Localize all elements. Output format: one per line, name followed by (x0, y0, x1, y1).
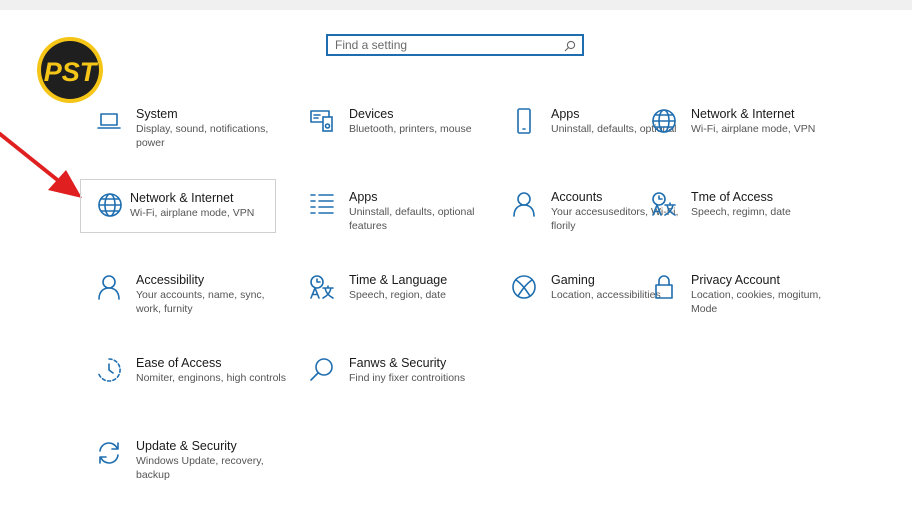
settings-tile-description: Your accounts, name, sync, work, furnity (136, 289, 265, 315)
search-icon[interactable] (564, 39, 576, 52)
settings-tile-title: Network & Internet (691, 107, 795, 121)
time-language-icon (309, 274, 335, 300)
settings-tile[interactable]: System Display, sound, notifications, pow… (90, 107, 280, 159)
lock-icon (651, 274, 677, 300)
settings-tile-title: Accounts (551, 190, 603, 204)
settings-tile-description: Find iny fixer controitions (349, 372, 466, 384)
channel-logo: PST (34, 34, 106, 106)
settings-tile-title: Apps (349, 190, 378, 204)
svg-text:PST: PST (44, 57, 99, 87)
settings-tile-title: Accessibility (136, 273, 205, 287)
settings-tile-description: Speech, regimn, date (691, 206, 791, 218)
settings-tile-title: Devices (349, 107, 394, 121)
settings-tile[interactable]: Network & Internet Wi-Fi, airplane mode, … (80, 179, 276, 233)
settings-tile-title: Privacy Account (691, 273, 780, 287)
xbox-icon (511, 274, 537, 300)
search-box[interactable] (326, 34, 584, 56)
laptop-icon (96, 108, 122, 134)
settings-tile-title: Gaming (551, 273, 595, 287)
settings-tile-title: Tme of Access (691, 190, 773, 204)
ease-of-access-icon (96, 357, 122, 383)
top-bar (0, 0, 912, 10)
person-icon (511, 191, 537, 217)
settings-tile[interactable]: Apps Uninstall, defaults, optional featur… (303, 190, 493, 242)
settings-tile[interactable]: Network & Internet Wi-Fi, airplane mode, … (645, 107, 835, 159)
settings-tile[interactable]: Privacy Account Location, cookies, mogitu… (645, 273, 835, 325)
settings-tile-title: Update & Security (136, 439, 237, 453)
devices-icon (309, 108, 335, 134)
settings-tile[interactable]: Update & Security Windows Update, recover… (90, 439, 280, 491)
settings-tile-description: Uninstall, defaults, optional features (349, 206, 475, 232)
settings-tile[interactable]: Time & Language Speech, region, date (303, 273, 493, 325)
settings-tile[interactable]: Tme of Access Speech, regimn, date (645, 190, 835, 242)
settings-tile-title: Ease of Access (136, 356, 222, 370)
phone-icon (511, 108, 537, 134)
settings-tile-title: Fanws & Security (349, 356, 447, 370)
search-icon (309, 357, 335, 383)
apps-list-icon (309, 191, 335, 217)
settings-tile[interactable]: Devices Bluetooth, printers, mouse (303, 107, 493, 159)
globe-icon (651, 108, 677, 134)
sync-icon (96, 440, 122, 466)
settings-tile-title: Apps (551, 107, 580, 121)
settings-tile-description: Location, cookies, mogitum, Mode (691, 289, 822, 315)
settings-tile-description: Wi-Fi, airplane mode, VPN (130, 207, 255, 219)
settings-tile-description: Wi-Fi, airplane mode, VPN (691, 123, 816, 135)
settings-tile-title: System (136, 107, 178, 121)
settings-tile-description: Bluetooth, printers, mouse (349, 123, 472, 135)
time-language-icon (651, 191, 677, 217)
search-input[interactable] (328, 36, 555, 54)
person-icon (96, 274, 122, 300)
globe-icon (97, 192, 123, 218)
annotation-arrow (0, 130, 84, 204)
settings-tile-description: Windows Update, recovery, backup (136, 455, 264, 481)
settings-tile[interactable]: Fanws & Security Find iny fixer controiti… (303, 356, 493, 408)
settings-tile[interactable]: Ease of Access Nomiter, enginons, high co… (90, 356, 286, 408)
settings-tile[interactable]: Accessibility Your accounts, name, sync, … (90, 273, 280, 325)
settings-tile-description: Display, sound, notifications, power (136, 123, 269, 149)
settings-tile-title: Network & Internet (130, 191, 234, 205)
settings-tile-description: Nomiter, enginons, high controls (136, 372, 286, 384)
settings-tile-title: Time & Language (349, 273, 448, 287)
settings-tile-description: Speech, region, date (349, 289, 446, 301)
